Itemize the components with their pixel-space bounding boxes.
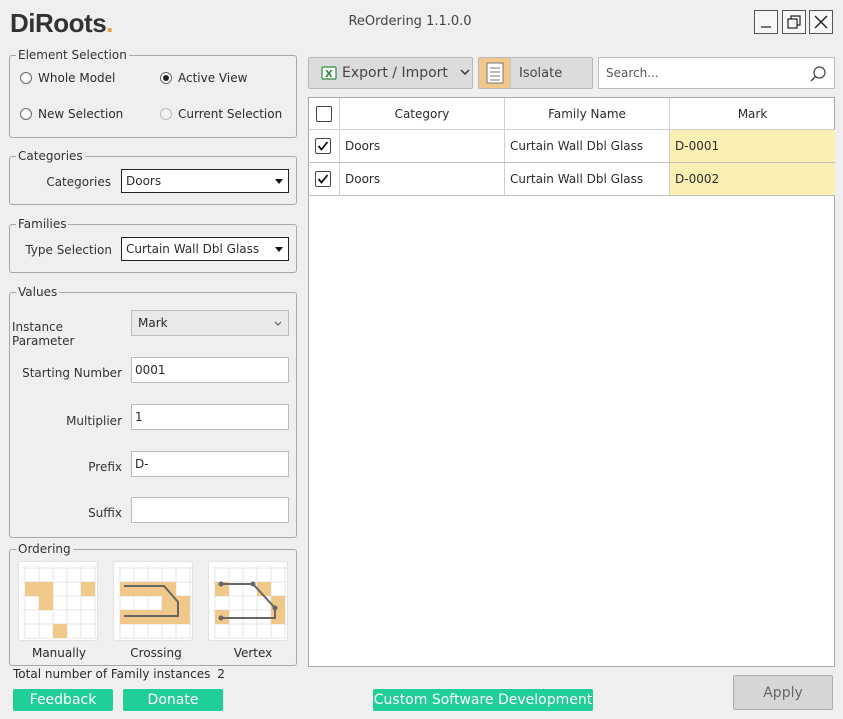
radio-whole-model[interactable]: Whole Model [20,71,115,85]
categories-label: Categories [46,175,111,189]
instance-parameter-value: Mark [138,316,168,330]
radio-circle [20,108,32,120]
families-legend: Families [18,217,67,231]
excel-icon: X [321,66,337,80]
custom-software-development-button[interactable]: Custom Software Development [373,689,593,711]
total-instances-count: 2 [217,667,225,681]
row-checkbox[interactable] [315,171,331,187]
svg-text:X: X [325,69,333,80]
radio-current-selection[interactable]: Current Selection [160,107,282,121]
type-selection-label: Type Selection [25,243,112,257]
checkmark-icon [317,141,329,151]
ordering-vertex-label: Vertex [233,646,273,660]
type-selection-dropdown[interactable]: Curtain Wall Dbl Glass [121,237,289,261]
ordering-legend: Ordering [18,542,71,556]
ordering-crossing-option[interactable] [113,561,193,641]
multiplier-label: Multiplier [66,414,122,428]
table-row[interactable]: Doors Curtain Wall Dbl Glass D-0001 [309,130,835,163]
export-import-button[interactable]: X Export / Import [308,57,473,89]
multiplier-input[interactable]: 1 [131,404,289,430]
apply-button[interactable]: Apply [733,675,833,710]
starting-number-input[interactable]: 0001 [131,357,289,383]
radio-label: Active View [178,71,248,85]
close-button[interactable] [809,10,833,34]
instance-parameter-dropdown[interactable]: Mark [131,310,289,336]
ordering-manually-option[interactable] [18,561,98,641]
dropdown-arrow-icon [275,179,283,184]
header-select-all-cell [309,98,340,129]
close-icon [814,15,828,29]
checkmark-icon [317,174,329,184]
mark-cell[interactable]: D-0001 [670,130,835,162]
minimize-button[interactable] [754,10,778,34]
instance-parameter-label: Instance Parameter [12,320,75,348]
chevron-down-icon [460,69,470,76]
ordering-crossing-label: Crossing [130,646,182,660]
search-icon [810,66,826,82]
manual-order-icon [23,566,97,639]
crossing-order-icon [118,566,192,639]
feedback-button[interactable]: Feedback [13,689,113,711]
isolate-label: Isolate [519,65,563,81]
isolate-icon-box [479,58,511,88]
search-placeholder: Search... [606,66,659,80]
table-header: Category Family Name Mark [309,98,835,130]
total-instances-label: Total number of Family instances [13,667,211,681]
restore-button[interactable] [782,10,806,34]
minimize-icon [761,26,771,28]
column-header-family-name[interactable]: Family Name [505,98,670,129]
vertex-order-icon [213,566,287,639]
row-checkbox-cell [309,130,340,162]
radio-label: Current Selection [178,107,283,121]
categories-legend: Categories [18,149,83,163]
restore-icon [787,15,801,29]
window-title: ReOrdering 1.1.0.0 [348,14,472,29]
isolate-button[interactable]: Isolate [478,57,593,89]
element-selection-group: Element Selection [9,48,297,138]
radio-new-selection[interactable]: New Selection [20,107,123,121]
prefix-input[interactable]: D- [131,451,289,477]
prefix-label: Prefix [88,460,122,474]
row-checkbox-cell [309,163,340,195]
column-header-mark[interactable]: Mark [670,98,835,129]
row-checkbox[interactable] [315,138,331,154]
family-name-cell: Curtain Wall Dbl Glass [505,163,670,195]
table-row[interactable]: Doors Curtain Wall Dbl Glass D-0002 [309,163,835,196]
categories-value: Doors [126,174,162,188]
radio-label: New Selection [38,107,124,121]
select-all-checkbox[interactable] [316,105,332,122]
radio-active-view[interactable]: Active View [160,71,247,85]
element-selection-legend: Element Selection [18,48,127,62]
donate-button[interactable]: Donate [123,689,223,711]
radio-circle [160,108,172,120]
radio-label: Whole Model [38,71,116,85]
radio-circle-selected [160,72,172,84]
suffix-input[interactable] [131,497,289,523]
dropdown-arrow-icon [275,247,283,252]
family-name-cell: Curtain Wall Dbl Glass [505,130,670,162]
ordering-manually-label: Manually [31,646,87,660]
mark-cell[interactable]: D-0002 [670,163,835,195]
document-icon [486,62,503,84]
radio-circle [20,72,32,84]
suffix-label: Suffix [88,506,122,520]
category-cell: Doors [340,163,505,195]
values-legend: Values [18,285,58,299]
categories-dropdown[interactable]: Doors [121,169,289,193]
type-selection-value: Curtain Wall Dbl Glass [126,242,260,256]
instances-table: Category Family Name Mark Doors Curtain … [308,97,835,667]
starting-number-label: Starting Number [22,366,122,380]
chevron-down-icon [274,321,282,326]
total-instances: Total number of Family instances 2 [13,667,225,681]
category-cell: Doors [340,130,505,162]
ordering-vertex-option[interactable] [208,561,288,641]
export-import-label: Export / Import [342,65,448,81]
search-input[interactable]: Search... [598,57,835,89]
column-header-category[interactable]: Category [340,98,505,129]
